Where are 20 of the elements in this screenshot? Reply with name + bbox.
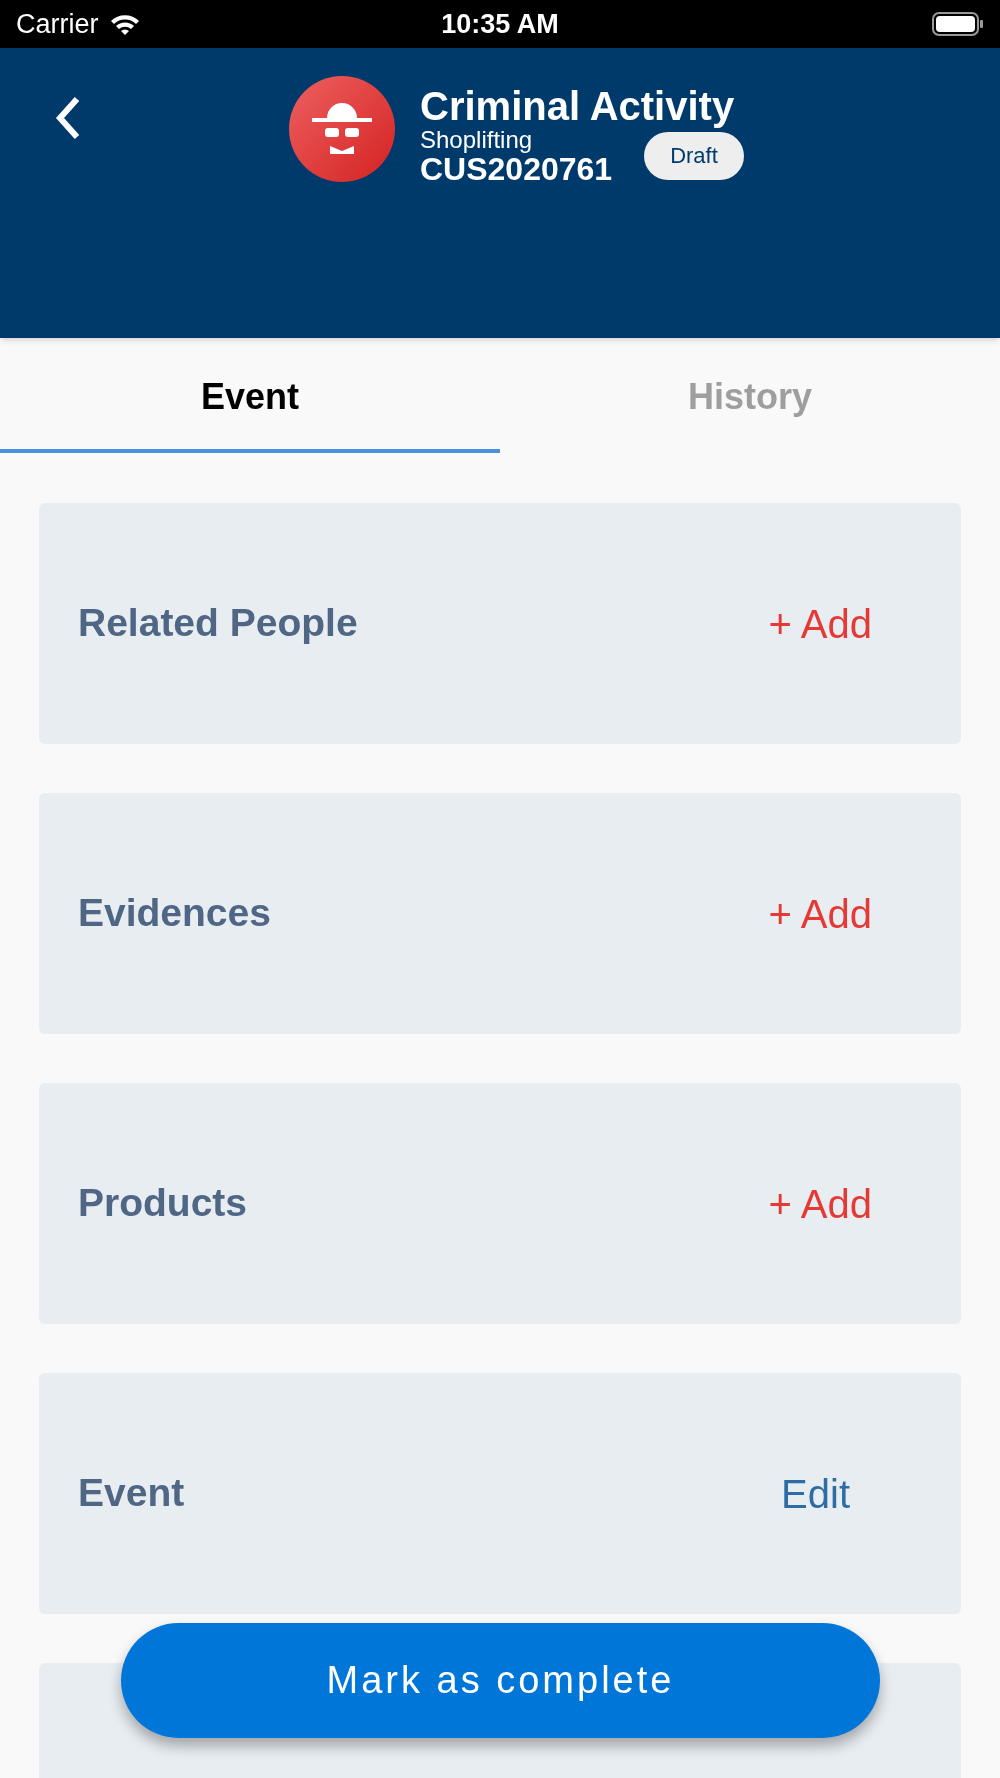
incident-type: Shoplifting bbox=[420, 128, 534, 152]
add-link[interactable]: + Add bbox=[768, 593, 872, 654]
battery-icon bbox=[932, 12, 984, 36]
detective-icon bbox=[289, 76, 395, 182]
carrier-label: Carrier bbox=[16, 7, 99, 41]
status-badge: Draft bbox=[644, 132, 744, 180]
edit-link[interactable]: Edit bbox=[781, 1463, 850, 1524]
status-time: 10:35 AM bbox=[441, 7, 559, 41]
case-number: CUS2020761 bbox=[420, 152, 613, 186]
back-icon bbox=[55, 95, 81, 141]
section-title: Event bbox=[78, 1470, 185, 1517]
section-title: Products bbox=[78, 1180, 248, 1227]
section-title: Related People bbox=[78, 600, 358, 647]
tab[interactable]: Event bbox=[0, 338, 500, 453]
section-title: Evidences bbox=[78, 890, 271, 937]
mark-complete-button[interactable]: Mark as complete bbox=[121, 1623, 880, 1738]
add-link[interactable]: + Add bbox=[768, 883, 872, 944]
tab[interactable]: History bbox=[500, 338, 1000, 453]
page-title: Criminal Activity bbox=[420, 84, 736, 128]
add-link[interactable]: + Add bbox=[768, 1173, 872, 1234]
